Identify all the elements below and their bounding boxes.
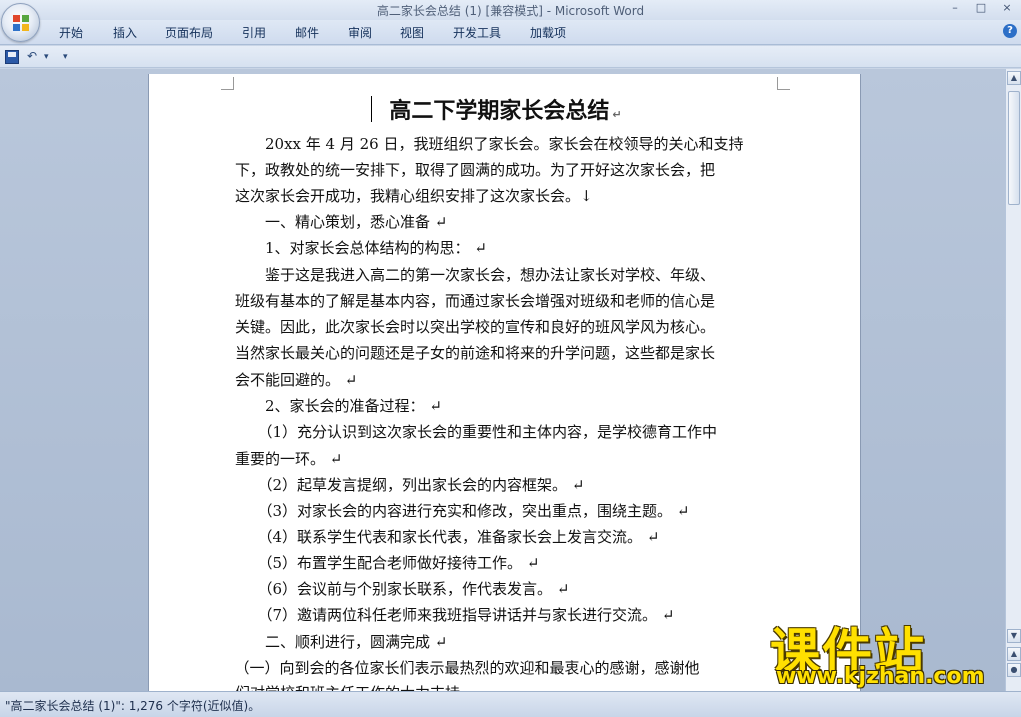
minimize-button[interactable]: –	[949, 1, 961, 14]
ribbon-tabs: 开始 插入 页面布局 引用 邮件 审阅 视图 开发工具 加载项 ?	[0, 20, 1021, 45]
paragraph-line: 关键。因此，此次家长会时以突出学校的宣传和良好的班风学风为核心。	[235, 318, 716, 336]
paragraph-line: （5）布置学生配合老师做好接待工作。 ↵	[235, 554, 540, 572]
paragraph-line: 二、顺利进行，圆满完成 ↵	[235, 633, 448, 651]
paragraph-line: 班级有基本的了解是基本内容，而通过家长会增强对班级和老师的信心是	[235, 292, 716, 310]
document-page[interactable]: 高二下学期家长会总结 ↵ 20xx 年 4 月 26 日，我班组织了家长会。家长会…	[148, 74, 861, 694]
window-controls: – □ ×	[949, 1, 1013, 14]
tab-page-layout[interactable]: 页面布局	[165, 24, 213, 41]
help-icon[interactable]: ?	[1003, 24, 1017, 38]
paragraph-line: 当然家长最关心的问题还是子女的前途和将来的升学问题，这些都是家长	[235, 344, 716, 362]
paragraph-line: （7）邀请两位科任老师来我班指导讲话并与家长进行交流。 ↵	[235, 606, 675, 624]
document-title: 高二下学期家长会总结 ↵	[389, 99, 622, 124]
paragraph-line: 2、家长会的准备过程： ↵	[235, 397, 442, 415]
scroll-up-icon[interactable]: ▲	[1007, 71, 1021, 85]
paragraph-line: （3）对家长会的内容进行充实和修改，突出重点，围绕主题。 ↵	[235, 502, 690, 520]
quick-access-toolbar: ↶ ▾ ▾	[0, 46, 1021, 68]
tab-insert[interactable]: 插入	[113, 24, 137, 41]
paragraph-line: 一、精心策划，悉心准备 ↵	[235, 213, 448, 231]
save-icon[interactable]	[5, 50, 19, 64]
tab-mailings[interactable]: 邮件	[295, 24, 319, 41]
paragraph-line: 会不能回避的。 ↵	[235, 371, 358, 389]
tab-home[interactable]: 开始	[59, 24, 83, 41]
undo-icon[interactable]: ↶	[27, 49, 37, 63]
crop-mark-top-right	[777, 77, 790, 90]
paragraph-line: （4）联系学生代表和家长代表，准备家长会上发言交流。 ↵	[235, 528, 660, 546]
paragraph-line: （一）向到会的各位家长们表示最热烈的欢迎和最衷心的感谢，感谢他	[227, 659, 700, 677]
watermark-url: www.kjzhan.com	[776, 664, 985, 689]
status-text: "高二家长会总结 (1)": 1,276 个字符(近似值)。	[5, 699, 261, 713]
tab-references[interactable]: 引用	[242, 24, 266, 41]
tab-developer[interactable]: 开发工具	[453, 24, 501, 41]
paragraph-line: 20xx 年 4 月 26 日，我班组织了家长会。家长会在校领导的关心和支持	[235, 135, 744, 153]
paragraph-line: （1）充分认识到这次家长会的重要性和主体内容，是学校德育工作中	[235, 423, 718, 441]
tab-view[interactable]: 视图	[400, 24, 424, 41]
paragraph-line: （6）会议前与个别家长联系，作代表发言。 ↵	[235, 580, 570, 598]
paragraph-line: （2）起草发言提纲，列出家长会的内容框架。 ↵	[235, 476, 585, 494]
paragraph-line: 鉴于这是我进入高二的第一次家长会，想办法让家长对学校、年级、	[235, 266, 716, 284]
office-button[interactable]	[1, 3, 40, 42]
scroll-down-icon[interactable]: ▼	[1007, 629, 1021, 643]
customize-qat-icon[interactable]: ▾	[63, 52, 68, 62]
tab-add-ins[interactable]: 加载项	[530, 24, 566, 41]
tab-review[interactable]: 审阅	[348, 24, 372, 41]
maximize-button[interactable]: □	[975, 1, 987, 14]
window-title: 高二家长会总结 (1) [兼容模式] - Microsoft Word	[376, 4, 645, 18]
paragraph-line: 重要的一环。 ↵	[235, 450, 343, 468]
scrollbar-thumb[interactable]	[1008, 91, 1020, 205]
title-bar: 高二家长会总结 (1) [兼容模式] - Microsoft Word – □ …	[0, 0, 1021, 20]
vertical-scrollbar[interactable]: ▲ ▼ ▲ ●	[1005, 69, 1021, 691]
close-button[interactable]: ×	[1001, 1, 1013, 14]
office-logo-icon	[13, 15, 30, 32]
crop-mark-top-left	[221, 77, 234, 90]
paragraph-line: 1、对家长会总体结构的构思： ↵	[235, 239, 487, 257]
paragraph-line: 下，政教处的统一安排下，取得了圆满的成功。为了开好这次家长会，把	[235, 161, 716, 179]
status-bar: "高二家长会总结 (1)": 1,276 个字符(近似值)。	[0, 691, 1021, 717]
previous-page-icon[interactable]: ▲	[1007, 647, 1021, 661]
paragraph-line: 这次家长会开成功，我精心组织安排了这次家长会。↓	[235, 187, 593, 205]
select-browse-object-icon[interactable]: ●	[1007, 663, 1021, 677]
undo-dropdown-icon[interactable]: ▾	[44, 52, 49, 62]
